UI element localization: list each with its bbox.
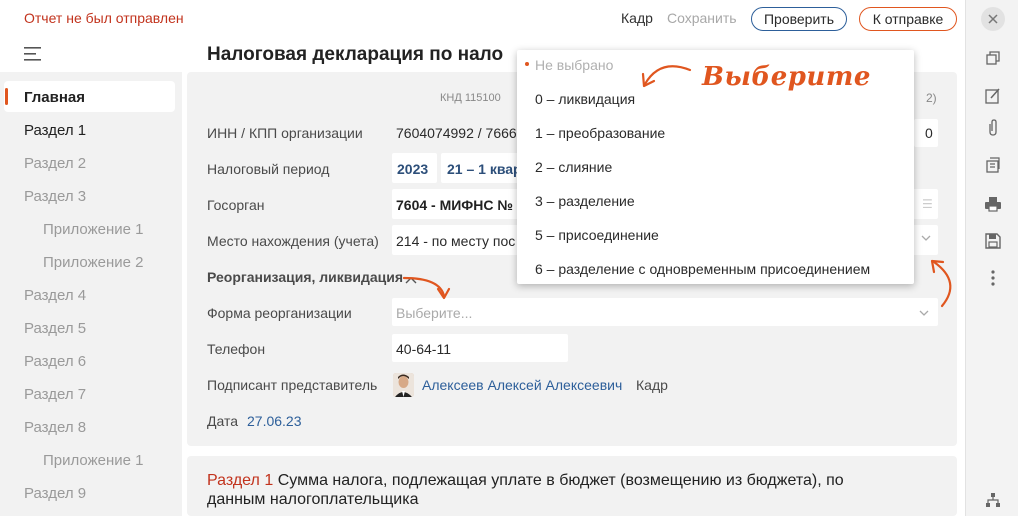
close-icon[interactable]	[981, 7, 1005, 31]
more-icon[interactable]	[983, 268, 1003, 288]
annotation-arrow-mid	[402, 276, 446, 298]
edit-report-icon[interactable]	[983, 86, 1003, 106]
annotation-arrows	[402, 65, 952, 308]
structure-icon[interactable]	[983, 490, 1003, 510]
print-icon[interactable]	[983, 194, 1003, 214]
attachment-icon[interactable]	[983, 118, 1003, 138]
right-toolbar	[965, 0, 1018, 516]
annotation-arrow-right	[932, 260, 952, 308]
documents-icon[interactable]	[983, 155, 1003, 175]
save-disk-icon[interactable]	[983, 231, 1003, 251]
copy-icon[interactable]	[983, 48, 1003, 68]
